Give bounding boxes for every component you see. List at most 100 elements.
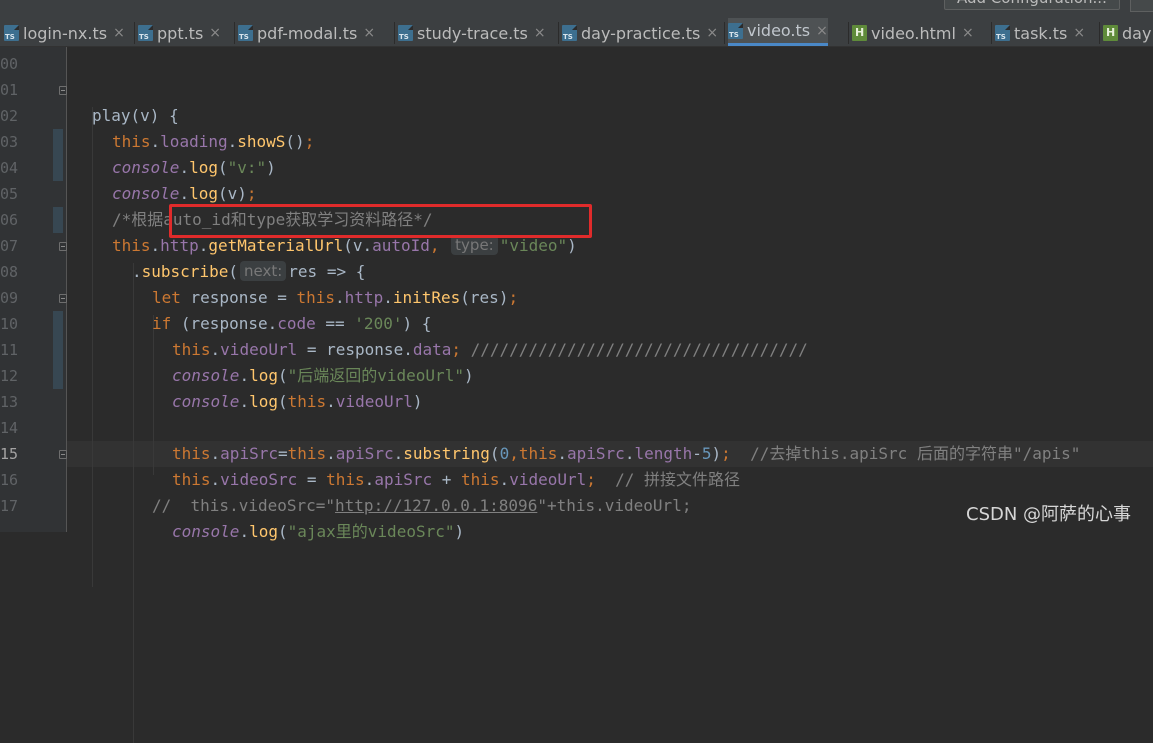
tab-video-html[interactable]: video.html × — [852, 20, 974, 46]
keyword-token: this — [172, 444, 211, 463]
tab-ppt-ts[interactable]: ppt.ts × — [138, 20, 221, 46]
property-token: autoId — [372, 236, 430, 255]
keyword-token: this — [326, 470, 365, 489]
code-token: play — [92, 106, 131, 125]
property-token: code — [277, 314, 316, 333]
code-token: = — [277, 444, 288, 463]
change-marker — [53, 129, 63, 181]
tab-video-ts[interactable]: video.ts × — [728, 18, 828, 46]
keyword-token: ; — [508, 288, 519, 307]
keyword-token: ; — [721, 444, 731, 463]
line-number: 10 — [0, 315, 19, 333]
property-token: videoSrc — [220, 470, 298, 489]
code-token: . — [150, 236, 161, 255]
tab-label: login-nx.ts — [23, 23, 108, 43]
function-name-token: showS — [237, 132, 286, 151]
close-tab-icon[interactable]: × — [962, 25, 974, 41]
code-line: this.videoUrl = response.data; /////////… — [172, 337, 808, 363]
keyword-token: this — [461, 470, 500, 489]
code-token: . — [499, 470, 510, 489]
editor-tab-bar: Add Configuration... login-nx.ts × ppt.ts ×… — [0, 0, 1153, 47]
code-token: () — [285, 132, 305, 151]
keyword-token: ; — [586, 470, 596, 489]
keyword-token: this — [287, 392, 327, 411]
console-token: console — [172, 366, 240, 385]
tab-separator — [394, 22, 395, 44]
line-number: 07 — [0, 237, 19, 255]
fold-toggle-icon[interactable] — [59, 242, 67, 251]
tab-day-practice-ts[interactable]: day-practice.ts × — [562, 20, 718, 46]
change-marker — [53, 207, 63, 233]
line-number: 16 — [0, 471, 19, 489]
code-token: . — [210, 444, 221, 463]
property-token: http — [160, 236, 199, 255]
property-token: videoUrl — [220, 340, 298, 359]
tab-study-trace-ts[interactable]: study-trace.ts × — [398, 20, 546, 46]
line-number: 06 — [0, 211, 19, 229]
console-token: console — [112, 184, 180, 203]
typescript-file-icon — [398, 25, 413, 41]
add-configuration-button[interactable]: Add Configuration... — [944, 0, 1120, 10]
function-name-token: log — [189, 158, 218, 177]
code-token: ( — [489, 444, 500, 463]
code-token: . — [179, 184, 190, 203]
tab-pdf-modal-ts[interactable]: pdf-modal.ts × — [238, 20, 375, 46]
console-token: console — [112, 158, 180, 177]
line-number: 11 — [0, 341, 19, 359]
close-tab-icon[interactable]: × — [534, 25, 546, 41]
close-tab-icon[interactable]: × — [209, 25, 221, 41]
code-line: if (response.code == '200') { — [152, 311, 431, 337]
tab-separator — [848, 22, 849, 44]
typescript-file-icon — [995, 25, 1010, 41]
tab-task-ts[interactable]: task.ts × — [995, 20, 1085, 46]
code-line: this.apiSrc=this.apiSrc.substring(0,this… — [172, 441, 1080, 467]
typescript-file-icon — [238, 25, 253, 41]
run-configuration-dropdown[interactable] — [1130, 0, 1153, 12]
code-line: console.log(this.videoUrl) — [172, 389, 423, 415]
code-token: (v) — [217, 184, 247, 203]
code-token: . — [198, 236, 209, 255]
string-token: "v:" — [227, 158, 267, 177]
typescript-file-icon — [4, 25, 19, 41]
code-token: . — [624, 444, 635, 463]
csdn-watermark: CSDN @阿萨的心事 — [966, 504, 1132, 525]
code-token: ) — [412, 392, 423, 411]
tab-day[interactable]: day — [1103, 20, 1151, 46]
code-token: response = — [190, 288, 297, 307]
tab-label: task.ts — [1014, 23, 1068, 43]
tab-separator — [234, 22, 235, 44]
code-token: . — [179, 158, 190, 177]
code-token: . — [132, 262, 142, 281]
code-token: = response. — [297, 340, 413, 359]
line-number: 08 — [0, 263, 19, 281]
fold-toggle-icon[interactable] — [59, 294, 67, 303]
code-token: == — [315, 314, 355, 333]
close-tab-icon[interactable]: × — [113, 25, 125, 41]
tab-separator — [724, 22, 725, 44]
comment-token: //去掉this.apiSrc 后面的字符串"/apis" — [730, 444, 1081, 463]
close-tab-icon[interactable]: × — [1073, 25, 1085, 41]
function-name-token: substring — [403, 444, 490, 463]
comment-token: "+this.videoUrl; — [537, 496, 692, 515]
tab-label: video.ts — [747, 21, 811, 40]
line-number: 03 — [0, 133, 19, 151]
code-token: = — [297, 470, 327, 489]
close-tab-icon[interactable]: × — [706, 25, 718, 41]
code-token: ( — [277, 366, 288, 385]
tab-login-nx-ts[interactable]: login-nx.ts × — [4, 20, 125, 46]
property-token: data — [412, 340, 452, 359]
close-tab-icon[interactable]: × — [816, 23, 828, 39]
close-tab-icon[interactable]: × — [363, 25, 375, 41]
code-line: // this.videoSrc="http://127.0.0.1:8096"… — [152, 493, 691, 519]
url-link[interactable]: http://127.0.0.1:8096 — [335, 496, 537, 515]
code-token: ) — [567, 236, 577, 255]
code-token: - — [692, 444, 702, 463]
fold-toggle-icon[interactable] — [59, 450, 67, 459]
line-number: 09 — [0, 289, 19, 307]
html-file-icon — [1103, 25, 1118, 41]
change-marker — [53, 311, 63, 389]
code-token: (v) { — [130, 106, 179, 125]
code-token: ) — [711, 444, 722, 463]
indent-guide — [92, 107, 93, 587]
fold-toggle-icon[interactable] — [59, 86, 67, 95]
